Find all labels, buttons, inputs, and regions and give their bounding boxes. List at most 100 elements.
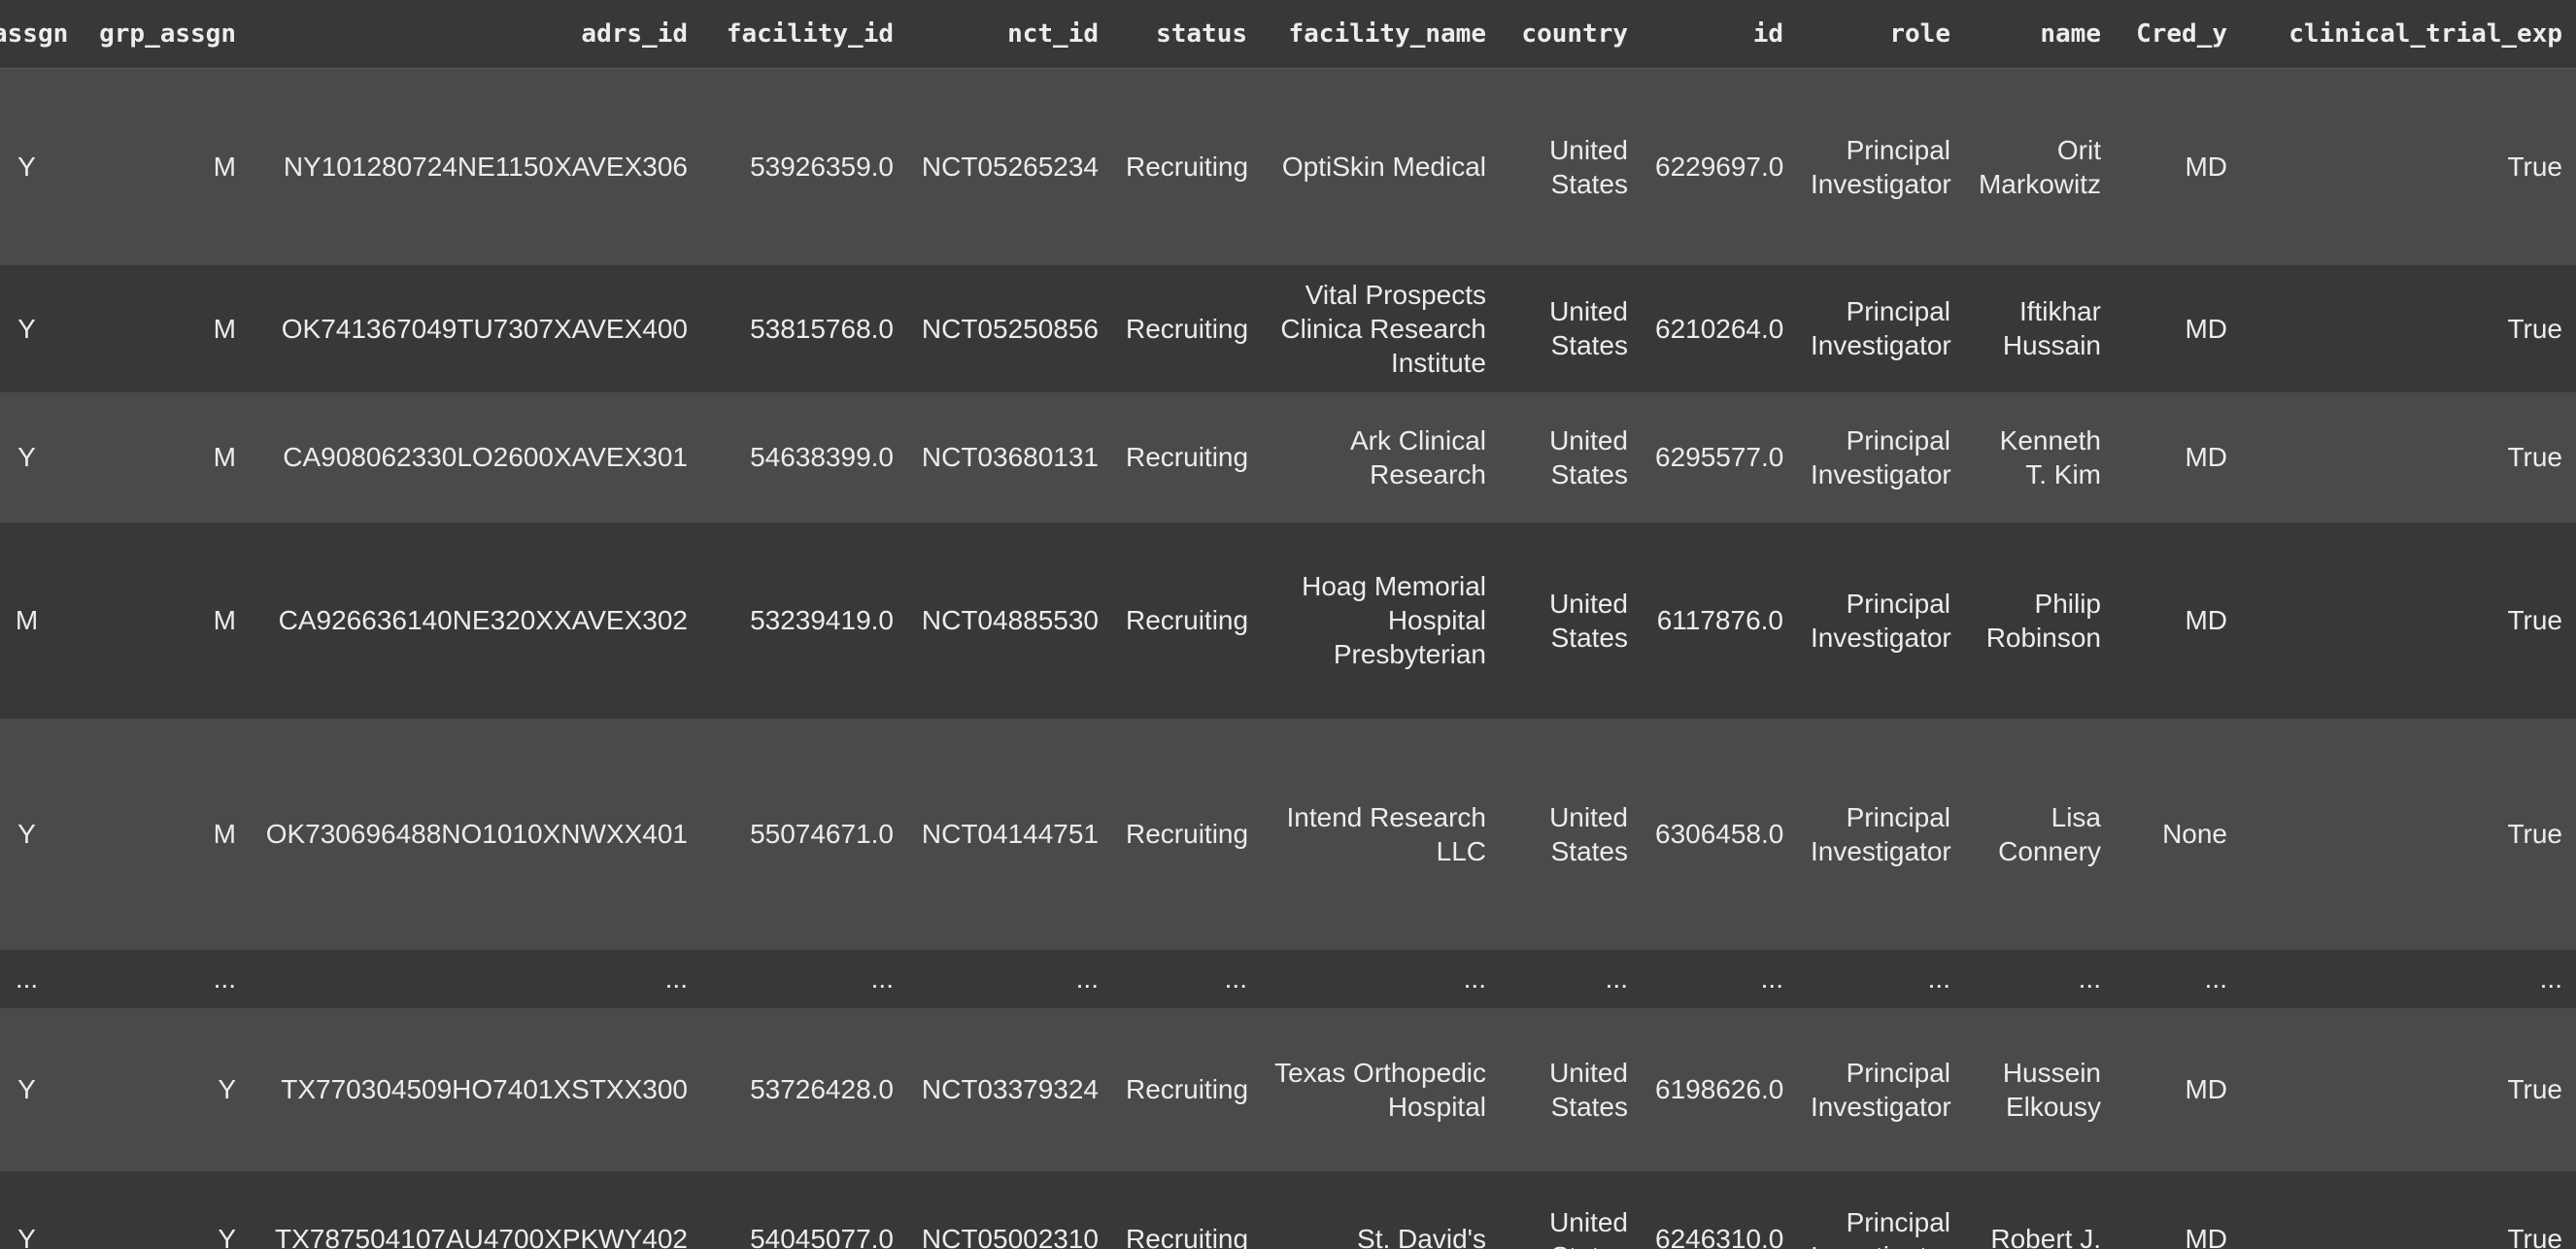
- cell-nct-id: NCT03379324: [907, 1007, 1112, 1171]
- cell-name: Hussein Elkousy: [1964, 1007, 2115, 1171]
- column-header-role: role: [1797, 0, 1964, 69]
- cell-country: United States: [1500, 718, 1642, 950]
- ellipsis-row: ... ... ... ... ... ... ... ... ... ... …: [0, 949, 2576, 1008]
- cell-name: Iftikhar Hussain: [1964, 264, 2115, 392]
- cell-cred-y: MD: [2115, 522, 2241, 719]
- cell-facility-id: 53926359.0: [701, 68, 907, 265]
- cell-facility-id: 53815768.0: [701, 264, 907, 392]
- cell-nct-id: NCT04144751: [907, 718, 1112, 950]
- column-header-clinical-trial-exp: clinical_trial_exp: [2241, 0, 2576, 69]
- cell-role: Principal Investigator: [1797, 264, 1964, 392]
- cell-role: Principal Investigator: [1797, 718, 1964, 950]
- ellipsis-cell: ...: [0, 949, 75, 1008]
- cell-facility-id: 54045077.0: [701, 1170, 907, 1249]
- cell-facility-id: 53239419.0: [701, 522, 907, 719]
- cell-adrs-id: OK730696488NO1010XNWXX401: [250, 718, 701, 950]
- cell-facility-name: OptiSkin Medical: [1261, 68, 1500, 265]
- cell-grp-assgn: M: [75, 522, 250, 719]
- cell-nct-id: NCT03680131: [907, 391, 1112, 523]
- cell-assgn: Y: [0, 68, 75, 265]
- ellipsis-cell: ...: [2115, 949, 2241, 1008]
- column-header-adrs-id: adrs_id: [250, 0, 701, 69]
- ellipsis-cell: ...: [1797, 949, 1964, 1008]
- column-header-assgn: assgn: [0, 0, 75, 69]
- cell-facility-name: Hoag Memorial Hospital Presbyterian: [1261, 522, 1500, 719]
- table-row: Y Y TX770304509HO7401XSTXX300 53726428.0…: [0, 1007, 2576, 1171]
- cell-name: Robert J.: [1964, 1170, 2115, 1249]
- cell-clinical-trial-exp: True: [2241, 391, 2576, 523]
- table-row: M M CA926636140NE320XXAVEX302 53239419.0…: [0, 522, 2576, 719]
- cell-id: 6210264.0: [1642, 264, 1797, 392]
- cell-facility-id: 55074671.0: [701, 718, 907, 950]
- cell-id: 6295577.0: [1642, 391, 1797, 523]
- ellipsis-cell: ...: [2241, 949, 2576, 1008]
- column-header-cred-y: Cred_y: [2115, 0, 2241, 69]
- ellipsis-cell: ...: [907, 949, 1112, 1008]
- cell-clinical-trial-exp: True: [2241, 264, 2576, 392]
- cell-status: Recruiting: [1112, 391, 1261, 523]
- cell-country: United States: [1500, 264, 1642, 392]
- cell-cred-y: MD: [2115, 1007, 2241, 1171]
- cell-country: United States: [1500, 1007, 1642, 1171]
- cell-country: United States: [1500, 522, 1642, 719]
- column-header-grp-assgn: grp_assgn: [75, 0, 250, 69]
- cell-adrs-id: OK741367049TU7307XAVEX400: [250, 264, 701, 392]
- cell-adrs-id: CA908062330LO2600XAVEX301: [250, 391, 701, 523]
- cell-status: Recruiting: [1112, 1170, 1261, 1249]
- cell-name: Orit Markowitz: [1964, 68, 2115, 265]
- cell-assgn: Y: [0, 718, 75, 950]
- cell-status: Recruiting: [1112, 522, 1261, 719]
- cell-id: 6198626.0: [1642, 1007, 1797, 1171]
- ellipsis-cell: ...: [250, 949, 701, 1008]
- cell-name: Kenneth T. Kim: [1964, 391, 2115, 523]
- cell-nct-id: NCT05002310: [907, 1170, 1112, 1249]
- dataframe-table: assgn grp_assgn adrs_id facility_id nct_…: [0, 0, 2576, 1249]
- cell-grp-assgn: M: [75, 391, 250, 523]
- ellipsis-cell: ...: [1642, 949, 1797, 1008]
- column-header-country: country: [1500, 0, 1642, 69]
- cell-cred-y: None: [2115, 718, 2241, 950]
- cell-clinical-trial-exp: True: [2241, 1170, 2576, 1249]
- cell-status: Recruiting: [1112, 718, 1261, 950]
- column-header-status: status: [1112, 0, 1261, 69]
- ellipsis-cell: ...: [1112, 949, 1261, 1008]
- header-row: assgn grp_assgn adrs_id facility_id nct_…: [0, 0, 2576, 69]
- cell-status: Recruiting: [1112, 1007, 1261, 1171]
- cell-status: Recruiting: [1112, 68, 1261, 265]
- cell-role: Principal Investigator: [1797, 68, 1964, 265]
- cell-nct-id: NCT05250856: [907, 264, 1112, 392]
- cell-grp-assgn: Y: [75, 1007, 250, 1171]
- ellipsis-cell: ...: [75, 949, 250, 1008]
- cell-assgn: Y: [0, 1170, 75, 1249]
- cell-role: Principal Investigator: [1797, 522, 1964, 719]
- cell-facility-id: 54638399.0: [701, 391, 907, 523]
- cell-grp-assgn: M: [75, 68, 250, 265]
- cell-id: 6117876.0: [1642, 522, 1797, 719]
- ellipsis-cell: ...: [1500, 949, 1642, 1008]
- cell-assgn: M: [0, 522, 75, 719]
- cell-country: United States: [1500, 391, 1642, 523]
- cell-country: United States: [1500, 1170, 1642, 1249]
- cell-facility-name: Vital Prospects Clinica Research Institu…: [1261, 264, 1500, 392]
- cell-role: Principal Investigator: [1797, 1007, 1964, 1171]
- column-header-nct-id: nct_id: [907, 0, 1112, 69]
- cell-grp-assgn: M: [75, 264, 250, 392]
- cell-cred-y: MD: [2115, 264, 2241, 392]
- cell-facility-name: St. David's: [1261, 1170, 1500, 1249]
- cell-status: Recruiting: [1112, 264, 1261, 392]
- cell-grp-assgn: Y: [75, 1170, 250, 1249]
- cell-id: 6306458.0: [1642, 718, 1797, 950]
- cell-adrs-id: TX770304509HO7401XSTXX300: [250, 1007, 701, 1171]
- table-row: Y M NY101280724NE1150XAVEX306 53926359.0…: [0, 68, 2576, 265]
- column-header-name: name: [1964, 0, 2115, 69]
- cell-clinical-trial-exp: True: [2241, 522, 2576, 719]
- cell-facility-name: Ark Clinical Research: [1261, 391, 1500, 523]
- cell-cred-y: MD: [2115, 391, 2241, 523]
- column-header-facility-id: facility_id: [701, 0, 907, 69]
- cell-id: 6229697.0: [1642, 68, 1797, 265]
- cell-cred-y: MD: [2115, 68, 2241, 265]
- cell-country: United States: [1500, 68, 1642, 265]
- cell-facility-name: Intend Research LLC: [1261, 718, 1500, 950]
- column-header-id: id: [1642, 0, 1797, 69]
- cell-role: Principal Investigator: [1797, 1170, 1964, 1249]
